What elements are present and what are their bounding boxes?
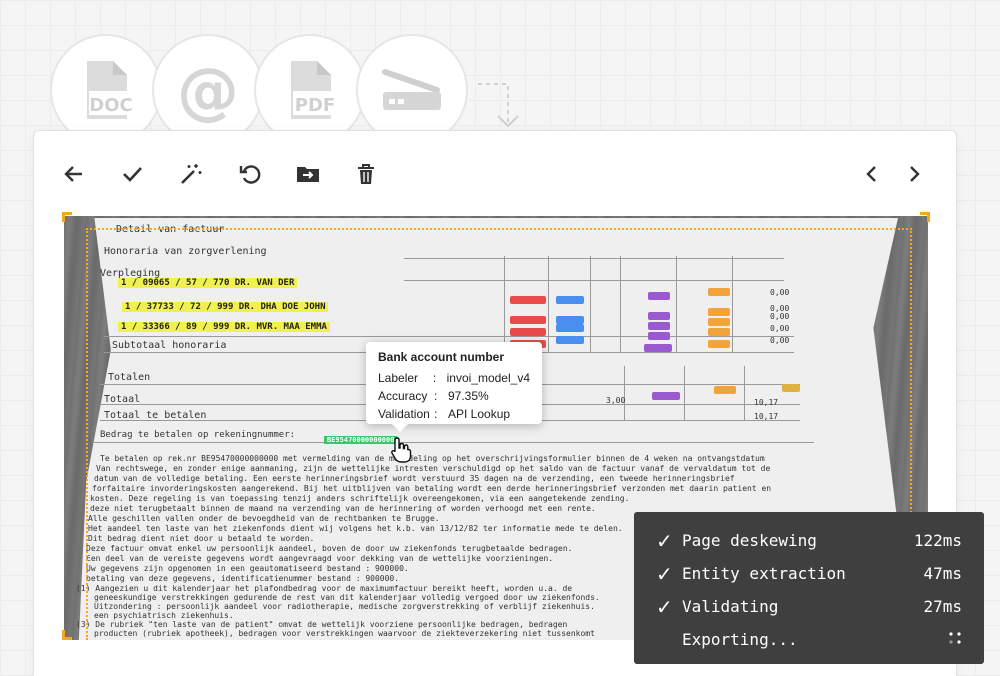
- tooltip-key: Validation: [378, 407, 430, 421]
- tooltip-value: invoi_model_v4: [446, 371, 530, 385]
- pdf-label: PDF: [295, 95, 335, 116]
- undo-icon: [239, 165, 261, 184]
- tooltip-key: Labeler: [378, 371, 419, 385]
- status-step-time: 27ms: [923, 597, 962, 616]
- check-icon: ✓: [656, 561, 673, 586]
- status-step: Exporting...: [656, 623, 962, 656]
- check-icon: [123, 167, 142, 182]
- tooltip-value: 97.35%: [448, 389, 489, 403]
- chevron-right-icon: [910, 166, 920, 182]
- undo-button[interactable]: [236, 160, 264, 188]
- previous-page-button[interactable]: [858, 160, 886, 188]
- back-arrow-icon: [64, 166, 82, 182]
- doc-file-icon: DOC: [87, 61, 135, 119]
- approve-button[interactable]: [118, 160, 146, 188]
- magic-wand-icon: [181, 164, 202, 184]
- loading-spinner-icon: [948, 630, 962, 649]
- chevron-left-icon: [866, 166, 876, 182]
- frame-corner-handle[interactable]: [62, 212, 72, 222]
- delete-button[interactable]: [352, 160, 380, 188]
- check-icon: ✓: [656, 528, 673, 553]
- tooltip-colon: :: [434, 407, 438, 421]
- status-step-label: Validating: [682, 597, 779, 616]
- at-icon: @: [177, 53, 239, 127]
- frame-corner-handle[interactable]: [62, 630, 72, 640]
- frame-corner-handle[interactable]: [920, 212, 930, 222]
- processing-status-panel: ✓ Page deskewing 122ms ✓ Entity extracti…: [634, 512, 984, 664]
- status-step-label: Entity extraction: [682, 564, 846, 583]
- hand-cursor-icon: [391, 437, 412, 463]
- status-step-label: Page deskewing: [682, 531, 817, 550]
- pdf-file-icon: PDF: [291, 61, 339, 119]
- move-to-folder-icon: [297, 167, 319, 182]
- status-step-time: 47ms: [923, 564, 962, 583]
- doc-label: DOC: [89, 95, 132, 116]
- tooltip-key: Accuracy: [378, 389, 428, 403]
- tooltip-value: API Lookup: [448, 407, 511, 421]
- dashed-arrow-icon: [478, 83, 519, 128]
- status-step-time: 122ms: [913, 531, 962, 550]
- status-step: ✓ Page deskewing 122ms: [656, 524, 962, 557]
- auto-extract-button[interactable]: [177, 160, 205, 188]
- trash-icon: [358, 164, 374, 184]
- scanner-icon: [382, 69, 441, 110]
- check-icon: ✓: [656, 594, 673, 619]
- tooltip-colon: :: [432, 371, 437, 385]
- status-step: ✓ Validating 27ms: [656, 590, 962, 623]
- tooltip-row: Validation : API Lookup: [378, 405, 530, 423]
- tooltip-title: Bank account number: [378, 350, 505, 364]
- status-step-label: Exporting...: [682, 630, 798, 649]
- tooltip-row: Labeler : invoi_model_v4: [378, 369, 530, 387]
- tooltip-colon: :: [434, 389, 438, 403]
- next-page-button[interactable]: [900, 160, 928, 188]
- back-button[interactable]: [60, 160, 88, 188]
- move-button[interactable]: [294, 160, 322, 188]
- entity-tooltip: Bank account number Labeler : invoi_mode…: [366, 342, 542, 432]
- tooltip-row: Accuracy : 97.35%: [378, 387, 530, 405]
- status-step: ✓ Entity extraction 47ms: [656, 557, 962, 590]
